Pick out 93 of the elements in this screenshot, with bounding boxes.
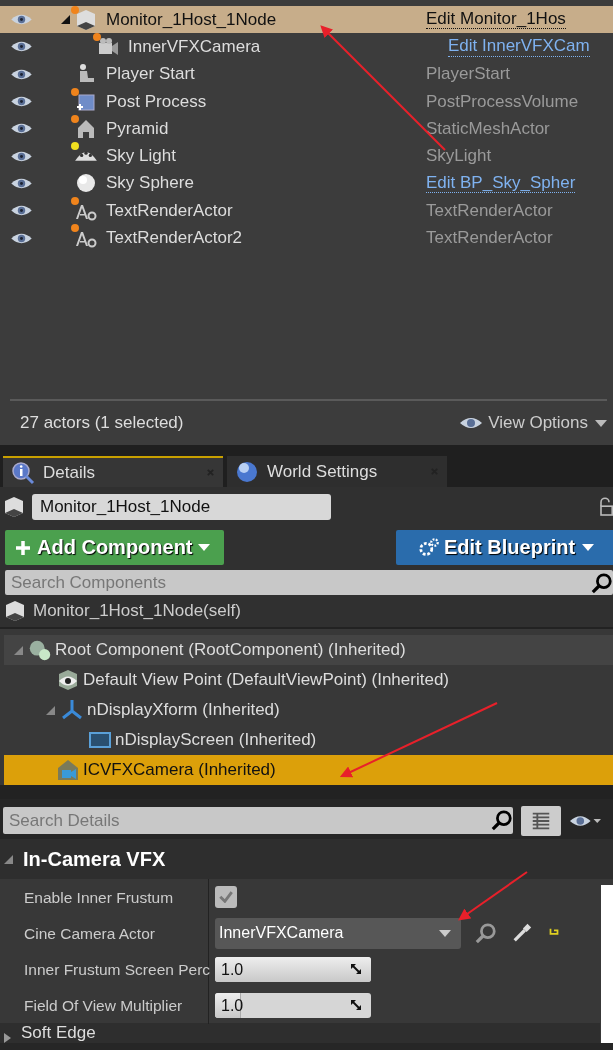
- eye-icon[interactable]: [10, 95, 33, 109]
- search-icon[interactable]: [475, 922, 497, 944]
- tab-label: Details: [43, 462, 96, 483]
- actor-label: Sky Sphere: [106, 173, 195, 194]
- actor-label: InnerVFXCamera: [128, 36, 262, 57]
- expand-arrow-icon[interactable]: [4, 854, 13, 864]
- camera-icon: [55, 758, 81, 782]
- diagonal-arrows-icon: [350, 998, 362, 1011]
- actor-name-field[interactable]: Monitor_1Host_1Node: [32, 494, 331, 520]
- number-slider-field[interactable]: 1.0: [215, 956, 371, 982]
- caret-icon: [595, 419, 607, 427]
- diagonal-arrows-icon: [350, 962, 362, 975]
- actor-label: Post Process: [106, 91, 208, 112]
- property-matrix-button[interactable]: [521, 805, 561, 836]
- eye-icon[interactable]: [10, 40, 33, 54]
- actor-type-label: TextRenderActor: [426, 228, 553, 248]
- actor-type-label: TextRenderActor: [426, 200, 553, 221]
- component-label: nDisplayXform (Inherited): [87, 700, 280, 720]
- cube-icon: [2, 495, 26, 519]
- category-title: Soft Edge: [21, 1023, 96, 1043]
- component-row[interactable]: Default View Point (DefaultViewPoint) (Inherited): [4, 665, 613, 695]
- search-icon: [491, 809, 513, 831]
- eye-icon[interactable]: [10, 204, 33, 218]
- actor-dropdown[interactable]: InnerVFXCamera: [215, 917, 461, 949]
- actor-label: Monitor_1Host_1Node: [106, 9, 278, 30]
- globe-icon: [235, 459, 259, 484]
- category-header[interactable]: Soft Edge: [0, 1023, 600, 1043]
- cube-icon: [74, 7, 98, 32]
- actor-label: Player Start: [106, 64, 196, 85]
- eye-icon[interactable]: [10, 231, 33, 245]
- outliner-row[interactable]: Monitor_1Host_1Node Edit Monitor_1Hos: [0, 6, 613, 34]
- caret-icon: [197, 544, 210, 551]
- outliner-row[interactable]: Post Process PostProcessVolume: [0, 87, 613, 116]
- actor-type-label: PostProcessVolume: [426, 91, 579, 112]
- spheres-icon: [27, 638, 53, 662]
- outliner-row[interactable]: InnerVFXCamera Edit InnerVFXCam: [0, 33, 613, 61]
- actor-label: Sky Light: [106, 146, 177, 167]
- property-label: Enable Inner Frustum: [0, 878, 209, 916]
- component-row[interactable]: ICVFXCamera (Inherited): [4, 755, 613, 785]
- edit-blueprint-button[interactable]: Edit Blueprint: [396, 530, 613, 565]
- component-label: Root Component (RootComponent) (Inherited): [55, 640, 406, 660]
- outliner-row[interactable]: Sky Light SkyLight: [0, 142, 613, 170]
- actor-label: TextRenderActor2: [106, 228, 244, 248]
- actor-self-label: Monitor_1Host_1Node(self): [33, 601, 241, 621]
- component-label: nDisplayScreen (Inherited): [115, 730, 317, 750]
- number-slider-field[interactable]: 1.0: [215, 992, 371, 1018]
- expand-arrow-icon[interactable]: [4, 1033, 11, 1043]
- actor-type-label: StaticMeshActor: [426, 118, 550, 139]
- component-row[interactable]: nDisplayScreen (Inherited): [4, 725, 613, 755]
- actor-type-label: SkyLight: [426, 146, 492, 167]
- actor-label: Pyramid: [106, 118, 170, 139]
- panel-tab[interactable]: Details: [3, 456, 223, 487]
- edit-blueprint-link[interactable]: Edit BP_Sky_Spher: [426, 173, 576, 194]
- checkmark-icon: [219, 891, 233, 903]
- eye-icon[interactable]: [10, 67, 33, 81]
- property-label: Inner Frustum Screen Perc: [0, 950, 209, 988]
- caret-icon: [582, 544, 595, 551]
- component-label: Default View Point (DefaultViewPoint) (Inherited): [83, 670, 449, 690]
- outliner-row[interactable]: TextRenderActor2 TextRenderActor: [0, 224, 613, 252]
- component-row[interactable]: nDisplayXform (Inherited): [4, 695, 613, 725]
- category-header[interactable]: In-Camera VFX: [0, 839, 613, 879]
- search-components-field[interactable]: Search Components: [5, 570, 613, 595]
- component-row[interactable]: Root Component (RootComponent) (Inherited): [4, 635, 613, 665]
- info-magnifier-icon: [11, 460, 35, 485]
- caret-icon: [439, 929, 451, 937]
- component-label: ICVFXCamera (Inherited): [83, 760, 276, 780]
- padlock-icon[interactable]: [597, 497, 613, 517]
- eyedropper-icon[interactable]: [511, 922, 533, 944]
- cube-icon: [3, 599, 27, 623]
- outliner-row[interactable]: TextRenderActor TextRenderActor: [0, 197, 613, 225]
- search-icon: [591, 572, 613, 594]
- panel-tab[interactable]: World Settings: [227, 456, 447, 487]
- dome-light-icon: [74, 151, 98, 163]
- eye-icon[interactable]: [10, 149, 33, 163]
- outliner-row[interactable]: Pyramid StaticMeshActor: [0, 115, 613, 143]
- edit-blueprint-link[interactable]: Edit Monitor_1Hos: [426, 9, 566, 30]
- category-title: In-Camera VFX: [23, 847, 166, 871]
- view-options-button[interactable]: View Options: [458, 413, 607, 433]
- outliner-row[interactable]: Player Start PlayerStart: [0, 60, 613, 88]
- actor-type-label: PlayerStart: [426, 64, 511, 85]
- actor-label: TextRenderActor: [106, 200, 234, 221]
- eye-icon[interactable]: [10, 176, 33, 190]
- checkbox[interactable]: [215, 886, 237, 908]
- plus-icon: [15, 539, 31, 556]
- tab-label: World Settings: [267, 461, 379, 482]
- actor-count-label: 27 actors (1 selected): [20, 413, 184, 433]
- eye-icon[interactable]: [10, 13, 33, 27]
- property-label: Cine Camera Actor: [0, 914, 209, 952]
- edit-blueprint-link[interactable]: Edit InnerVFXCam: [448, 37, 590, 57]
- eye-icon[interactable]: [10, 122, 33, 136]
- outliner-row[interactable]: Sky Sphere Edit BP_Sky_Spher: [0, 169, 613, 198]
- annotation-arrow: [458, 871, 528, 921]
- eye-icon[interactable]: [569, 813, 601, 828]
